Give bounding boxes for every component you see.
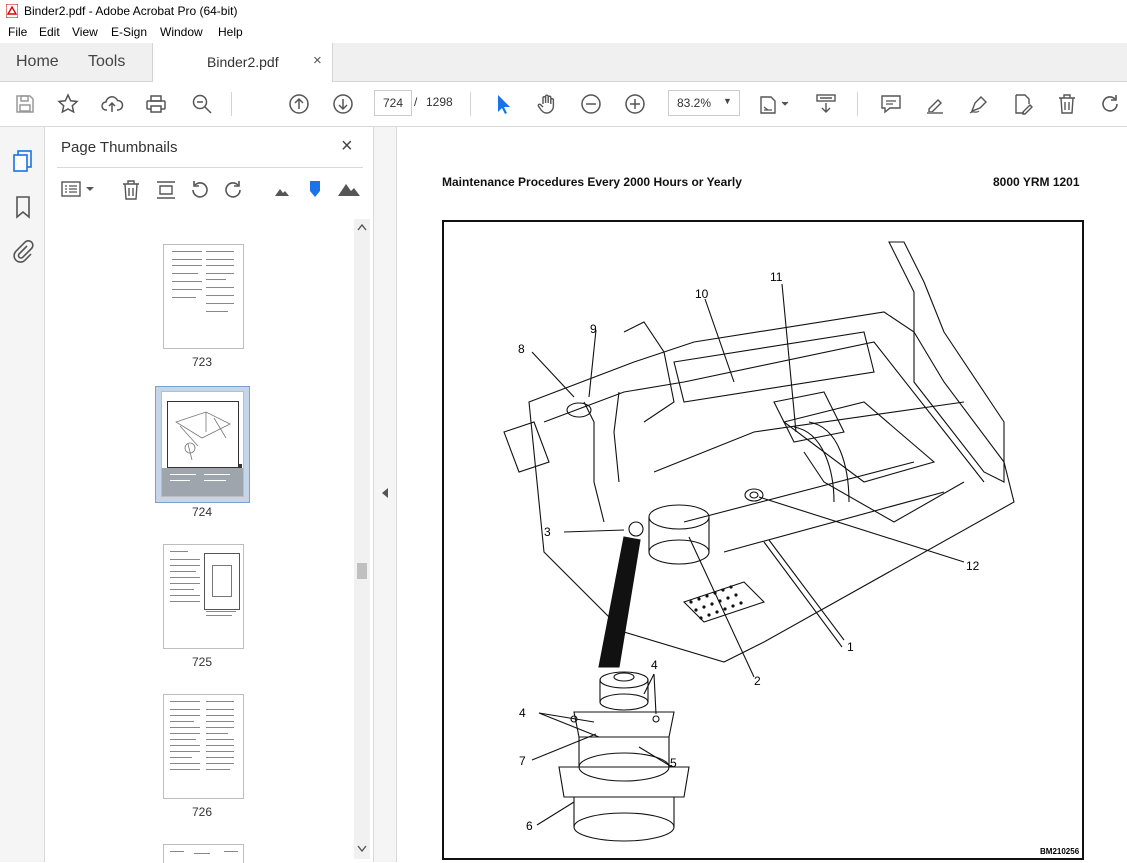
close-tab-icon[interactable]: × — [313, 52, 322, 69]
toolbar-divider — [857, 92, 858, 116]
page-thumbnails-panel: Page Thumbnails × 723 724 725 726 — [45, 127, 374, 863]
zoom-level-value: 83.2% — [677, 96, 712, 110]
document-tab-label: Binder2.pdf — [207, 54, 279, 70]
figure-code: BM210256 — [1040, 847, 1080, 856]
bookmarks-icon[interactable] — [14, 195, 32, 219]
thumbnail-label: 726 — [191, 805, 213, 819]
scroll-down-icon[interactable] — [357, 845, 367, 853]
total-pages: 1298 — [426, 95, 453, 109]
menu-bar: File Edit View E-Sign Window Help — [0, 22, 1127, 43]
callout-label: 8 — [518, 342, 525, 356]
scrollbar-thumb[interactable] — [357, 563, 367, 579]
callout-label: 3 — [544, 525, 551, 539]
hand-tool-icon[interactable] — [535, 92, 559, 116]
thumbnail-size-slider-icon[interactable] — [307, 179, 323, 199]
scroll-mode-icon[interactable] — [814, 92, 838, 116]
title-bar: Binder2.pdf - Adobe Acrobat Pro (64-bit) — [0, 0, 1127, 22]
menu-help[interactable]: Help — [218, 25, 243, 39]
thumbnails-scrollbar[interactable] — [354, 219, 370, 859]
thumbnail-larger-icon[interactable] — [337, 181, 361, 197]
attachments-icon[interactable] — [12, 239, 34, 263]
collapse-panel-icon[interactable] — [381, 487, 389, 499]
insert-pages-icon[interactable] — [155, 179, 177, 201]
callout-label: 12 — [966, 559, 980, 573]
thumbnail-label: 723 — [191, 355, 213, 369]
callout-label: 10 — [695, 287, 709, 301]
zoom-out-icon[interactable] — [579, 92, 603, 116]
callout-label: 1 — [847, 640, 854, 654]
delete-icon[interactable] — [1055, 92, 1079, 116]
figure-frame: 1 2 3 4 4 5 6 7 8 9 10 11 12 BM210256 — [442, 220, 1084, 860]
page-header-code: 8000 YRM 1201 — [993, 175, 1080, 189]
next-page-icon[interactable] — [331, 92, 355, 116]
tab-home[interactable]: Home — [16, 53, 59, 71]
page-thumbnail-723[interactable] — [163, 244, 244, 349]
window-title: Binder2.pdf - Adobe Acrobat Pro (64-bit) — [24, 4, 238, 18]
bookmark-star-icon[interactable] — [56, 92, 80, 116]
thumbnail-options-icon[interactable] — [61, 179, 97, 199]
thumbnail-label: 724 — [191, 505, 213, 519]
page-thumbnail-724[interactable] — [161, 391, 244, 497]
menu-view[interactable]: View — [72, 25, 98, 39]
draw-sign-icon[interactable] — [967, 92, 991, 116]
panel-title: Page Thumbnails — [61, 139, 178, 156]
select-cursor-icon[interactable] — [491, 92, 515, 116]
acrobat-app-icon — [6, 4, 18, 18]
rotate-counterclockwise-icon[interactable] — [189, 179, 211, 201]
print-icon[interactable] — [144, 92, 168, 116]
menu-file[interactable]: File — [8, 25, 27, 39]
tab-document[interactable]: Binder2.pdf × — [152, 43, 333, 82]
rotate-clockwise-icon[interactable] — [222, 179, 244, 201]
callout-label: 4 — [651, 658, 658, 672]
page-thumbnail-726[interactable] — [163, 694, 244, 799]
page-fit-icon[interactable] — [758, 92, 792, 116]
comment-icon[interactable] — [879, 92, 903, 116]
scroll-up-icon[interactable] — [357, 223, 367, 231]
zoom-level-select[interactable]: 83.2% ▼ — [668, 90, 740, 116]
thumbnail-label: 725 — [191, 655, 213, 669]
tab-bar: Home Tools Binder2.pdf × — [0, 43, 1127, 82]
callout-label: 4 — [519, 706, 526, 720]
edit-pdf-icon[interactable] — [1011, 92, 1035, 116]
engine-compartment-illustration — [503, 241, 1015, 842]
thumbnail-smaller-icon[interactable] — [274, 185, 290, 197]
menu-edit[interactable]: Edit — [39, 25, 60, 39]
page-separator: / — [414, 95, 418, 109]
page-number-input[interactable]: 724 — [374, 90, 412, 116]
callout-label: 7 — [519, 754, 526, 768]
panel-divider — [57, 167, 363, 168]
page-thumbnails-icon[interactable] — [12, 149, 34, 173]
page-thumbnail-725[interactable] — [163, 544, 244, 649]
rotate-icon[interactable] — [1098, 92, 1122, 116]
left-navigation-rail — [0, 127, 45, 862]
toolbar-divider — [470, 92, 471, 116]
callout-label: 11 — [770, 270, 783, 284]
page-header-title: Maintenance Procedures Every 2000 Hours … — [442, 175, 742, 189]
tab-tools[interactable]: Tools — [88, 53, 125, 71]
upload-cloud-icon[interactable] — [100, 92, 124, 116]
save-icon[interactable] — [13, 92, 37, 116]
document-page: Maintenance Procedures Every 2000 Hours … — [397, 127, 1127, 862]
zoom-in-icon[interactable] — [623, 92, 647, 116]
chevron-down-icon: ▼ — [723, 96, 732, 106]
delete-pages-icon[interactable] — [121, 179, 141, 201]
close-panel-icon[interactable]: × — [341, 135, 353, 158]
callout-label: 5 — [670, 756, 677, 770]
zoom-search-icon[interactable] — [190, 92, 214, 116]
menu-esign[interactable]: E-Sign — [111, 25, 147, 39]
page-thumbnail-727[interactable] — [163, 844, 244, 863]
toolbar: 724 / 1298 83.2% ▼ — [0, 82, 1127, 127]
highlight-pen-icon[interactable] — [923, 92, 947, 116]
previous-page-icon[interactable] — [287, 92, 311, 116]
toolbar-divider — [231, 92, 232, 116]
menu-window[interactable]: Window — [160, 25, 203, 39]
panel-collapse-gutter — [374, 127, 397, 862]
callout-label: 9 — [590, 322, 597, 336]
callout-label: 2 — [754, 674, 761, 688]
callout-label: 6 — [526, 819, 533, 833]
